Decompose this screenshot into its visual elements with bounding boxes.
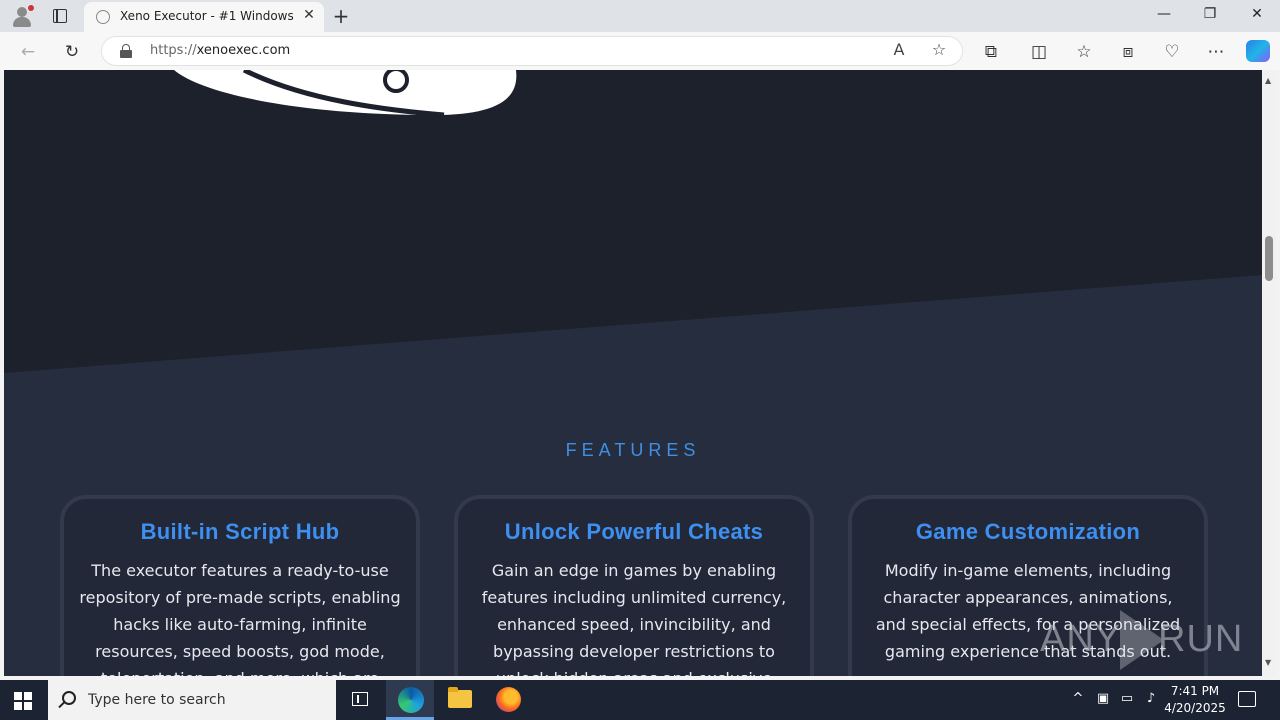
firefox-icon bbox=[496, 687, 521, 712]
search-icon bbox=[62, 691, 76, 705]
lock-icon[interactable] bbox=[120, 44, 132, 58]
minimize-button[interactable]: — bbox=[1154, 6, 1174, 22]
task-view-button[interactable] bbox=[336, 680, 384, 720]
feature-description: The executor features a ready-to-use rep… bbox=[79, 561, 401, 676]
browser-toolbar: ← ↻ https://xenoexec.com A ☆ ⧉ ◫ ☆ ⧈ ♡ ⋯ bbox=[0, 32, 1280, 70]
browser-essentials-icon[interactable]: ♡ bbox=[1161, 41, 1183, 63]
close-window-button[interactable]: ✕ bbox=[1247, 6, 1267, 22]
network-icon[interactable]: ▭ bbox=[1118, 691, 1136, 706]
collections-icon[interactable]: ⧈ bbox=[1117, 41, 1139, 63]
feature-title: Unlock Powerful Cheats bbox=[504, 519, 764, 544]
taskbar-clock[interactable]: 7:41 PM 4/20/2025 bbox=[1160, 683, 1230, 717]
scroll-thumb[interactable] bbox=[1265, 236, 1273, 281]
watermark-right-text: RUN bbox=[1158, 618, 1244, 660]
favorite-star-icon[interactable]: ☆ bbox=[928, 40, 950, 59]
tab-close-icon[interactable]: ✕ bbox=[300, 7, 318, 23]
feature-title: Built-in Script Hub bbox=[140, 519, 340, 544]
clock-date: 4/20/2025 bbox=[1164, 701, 1226, 715]
windows-taskbar: Type here to search ^ ▣ ▭ ♪ 7:41 PM 4/20… bbox=[0, 680, 1280, 720]
read-aloud-icon[interactable]: A bbox=[888, 40, 910, 59]
new-tab-button[interactable]: + bbox=[331, 4, 351, 28]
browser-titlebar: Xeno Executor - #1 Windows Scri ✕ + — ❐ … bbox=[0, 0, 1280, 32]
taskbar-firefox[interactable] bbox=[484, 680, 532, 720]
maximize-button[interactable]: ❐ bbox=[1200, 6, 1220, 22]
scroll-up-icon[interactable]: ▲ bbox=[1265, 76, 1271, 85]
feature-card: Unlock Powerful Cheats Gain an edge in g… bbox=[454, 495, 814, 676]
anyrun-watermark: ANY RUN bbox=[1040, 608, 1244, 670]
back-icon[interactable]: ← bbox=[17, 41, 39, 63]
split-screen-icon[interactable]: ◫ bbox=[1028, 41, 1050, 63]
feature-card: Built-in Script Hub The executor feature… bbox=[60, 495, 420, 676]
windows-start-icon[interactable] bbox=[14, 692, 32, 710]
feature-title: Game Customization bbox=[915, 519, 1141, 544]
tab-title: Xeno Executor - #1 Windows Scri bbox=[120, 9, 296, 23]
task-view-icon bbox=[352, 692, 368, 706]
address-bar[interactable]: https://xenoexec.com A ☆ bbox=[101, 36, 963, 66]
tab-xeno-executor[interactable]: Xeno Executor - #1 Windows Scri ✕ bbox=[84, 2, 324, 32]
file-explorer-icon bbox=[448, 687, 472, 708]
clock-time: 7:41 PM bbox=[1170, 684, 1220, 698]
url-text[interactable]: https://xenoexec.com bbox=[150, 43, 290, 58]
profile-icon[interactable] bbox=[10, 5, 34, 27]
tab-actions-icon[interactable] bbox=[50, 6, 70, 26]
page-viewport: FEATURES Built-in Script Hub The executo… bbox=[4, 70, 1262, 676]
taskbar-search-box[interactable]: Type here to search bbox=[48, 680, 336, 720]
favorites-icon[interactable]: ☆ bbox=[1073, 41, 1095, 63]
volume-icon[interactable]: ♪ bbox=[1142, 691, 1160, 706]
scroll-down-icon[interactable]: ▼ bbox=[1265, 658, 1271, 667]
edge-icon bbox=[398, 687, 424, 713]
more-icon[interactable]: ⋯ bbox=[1205, 41, 1227, 63]
device-icon[interactable]: ▣ bbox=[1094, 691, 1112, 706]
features-label: FEATURES bbox=[565, 440, 701, 460]
feature-description: Gain an edge in games by enabling featur… bbox=[481, 561, 787, 676]
watermark-left-text: ANY bbox=[1040, 618, 1122, 660]
page-scrollbar[interactable]: ▲ ▼ bbox=[1262, 70, 1276, 676]
notification-icon[interactable] bbox=[1238, 691, 1256, 707]
tab-favicon-icon bbox=[96, 10, 110, 24]
copilot-icon[interactable] bbox=[1246, 40, 1270, 62]
taskbar-edge[interactable] bbox=[386, 680, 434, 720]
refresh-icon[interactable]: ↻ bbox=[61, 41, 83, 63]
search-placeholder: Type here to search bbox=[88, 692, 226, 708]
taskbar-file-explorer[interactable] bbox=[436, 680, 484, 720]
extensions-icon[interactable]: ⧉ bbox=[980, 41, 1002, 63]
show-hidden-icons-icon[interactable]: ^ bbox=[1069, 691, 1087, 706]
